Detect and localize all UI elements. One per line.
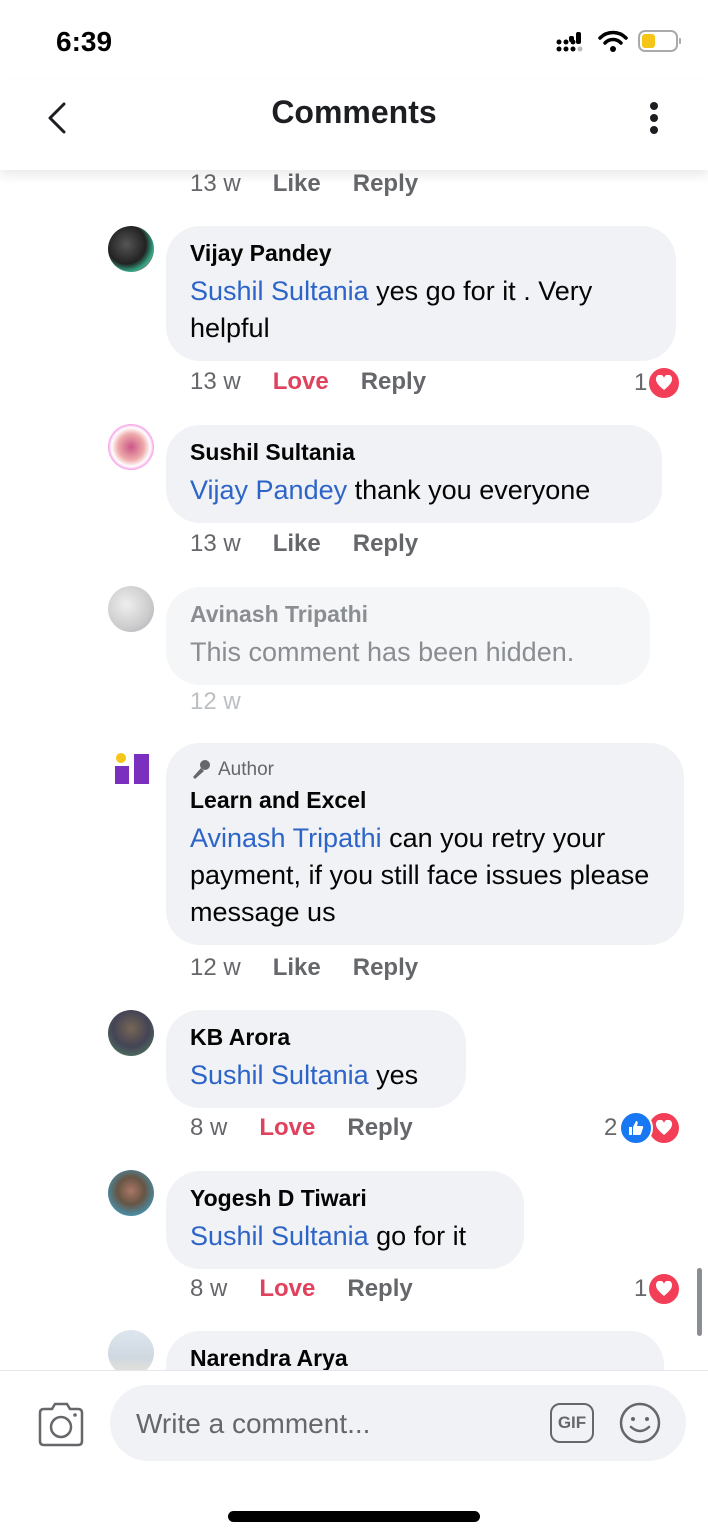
comment-bubble[interactable]: Avinash Tripathi This comment has been h… bbox=[166, 587, 650, 685]
comment-actions: 13 w Like Reply bbox=[190, 170, 418, 198]
comment-bubble[interactable]: Author Learn and Excel Avinash Tripathi … bbox=[166, 743, 684, 945]
love-reaction-icon bbox=[647, 366, 682, 400]
author-badge: Author bbox=[190, 759, 660, 781]
status-bar: 6:39 bbox=[0, 0, 708, 80]
comment-time: 12 w bbox=[190, 688, 241, 715]
like-button[interactable]: Like bbox=[273, 170, 321, 198]
status-icons bbox=[556, 30, 682, 52]
reply-button[interactable]: Reply bbox=[361, 368, 426, 396]
love-button[interactable]: Love bbox=[259, 1275, 315, 1303]
author-badge-label: Author bbox=[218, 759, 274, 780]
like-reaction-icon bbox=[619, 1111, 654, 1145]
comment-bubble[interactable]: KB Arora Sushil Sultania yes bbox=[166, 1010, 466, 1108]
comment-actions: 13 w Love Reply bbox=[190, 368, 426, 396]
comment-time: 8 w bbox=[190, 1275, 228, 1302]
signal-icon bbox=[556, 32, 583, 52]
reaction-summary[interactable]: 1 bbox=[634, 366, 682, 400]
reply-button[interactable]: Reply bbox=[347, 1275, 412, 1303]
hidden-comment-text: This comment has been hidden. bbox=[190, 637, 575, 667]
comment-actions: 8 w Love Reply bbox=[190, 1114, 413, 1142]
comment-time: 12 w bbox=[190, 954, 241, 981]
comment-author[interactable]: Narendra Arya bbox=[190, 1345, 640, 1370]
reaction-count: 2 bbox=[604, 1114, 618, 1141]
avatar[interactable] bbox=[108, 1170, 154, 1216]
avatar[interactable] bbox=[108, 424, 154, 470]
like-button[interactable]: Like bbox=[273, 954, 321, 982]
reaction-summary[interactable]: 1 bbox=[634, 1272, 682, 1306]
comment-time: 8 w bbox=[190, 1114, 228, 1141]
avatar-page-logo[interactable] bbox=[114, 752, 152, 786]
reaction-summary[interactable]: 2 bbox=[604, 1111, 682, 1145]
love-button[interactable]: Love bbox=[273, 368, 329, 396]
comments-feed[interactable]: 13 w Like Reply Vijay Pandey Sushil Sult… bbox=[0, 170, 708, 1370]
comment-author[interactable]: Learn and Excel bbox=[190, 787, 660, 814]
love-reaction-icon bbox=[647, 1272, 682, 1306]
comment-actions: 12 w Like Reply bbox=[190, 954, 418, 982]
reaction-count: 1 bbox=[634, 1275, 648, 1302]
love-button[interactable]: Love bbox=[259, 1114, 315, 1142]
reaction-count: 1 bbox=[634, 369, 648, 396]
comment-input[interactable] bbox=[134, 1385, 518, 1463]
avatar[interactable] bbox=[108, 1010, 154, 1056]
camera-icon[interactable] bbox=[36, 1401, 86, 1447]
emoji-icon[interactable] bbox=[618, 1401, 662, 1445]
reply-button[interactable]: Reply bbox=[353, 170, 418, 198]
comment-author[interactable]: KB Arora bbox=[190, 1024, 442, 1051]
reply-button[interactable]: Reply bbox=[347, 1114, 412, 1142]
comment-actions: 8 w Love Reply bbox=[190, 1275, 413, 1303]
comment-input-container: GIF bbox=[110, 1385, 686, 1463]
comment-bubble[interactable]: Sushil Sultania Vijay Pandey thank you e… bbox=[166, 425, 662, 523]
more-options-icon[interactable] bbox=[644, 98, 664, 138]
avatar[interactable] bbox=[108, 226, 154, 272]
comment-bubble[interactable]: Vijay Pandey Sushil Sultania yes go for … bbox=[166, 226, 676, 361]
comment-time: 13 w bbox=[190, 170, 241, 197]
mention-link[interactable]: Sushil Sultania bbox=[190, 276, 369, 306]
comment-text: Sushil Sultania yes go for it . Very hel… bbox=[190, 276, 593, 343]
comment-author[interactable]: Yogesh D Tiwari bbox=[190, 1185, 500, 1212]
avatar[interactable] bbox=[108, 586, 154, 632]
comment-time: 13 w bbox=[190, 368, 241, 395]
comment-author[interactable]: Avinash Tripathi bbox=[190, 601, 626, 628]
comment-text: Sushil Sultania yes bbox=[190, 1060, 419, 1090]
comment-bubble[interactable]: Yogesh D Tiwari Sushil Sultania go for i… bbox=[166, 1171, 524, 1269]
scrollbar[interactable] bbox=[697, 1268, 702, 1336]
comment-actions: 13 w Like Reply bbox=[190, 530, 418, 558]
mention-link[interactable]: Sushil Sultania bbox=[190, 1221, 369, 1251]
status-time: 6:39 bbox=[56, 26, 113, 57]
comment-author[interactable]: Vijay Pandey bbox=[190, 240, 652, 267]
page-title: Comments bbox=[271, 94, 437, 130]
comment-time: 13 w bbox=[190, 530, 241, 557]
nav-bar: Comments bbox=[0, 80, 708, 170]
battery-icon bbox=[638, 30, 681, 52]
comment-text: Avinash Tripathi can you retry your paym… bbox=[190, 823, 650, 927]
mention-link[interactable]: Sushil Sultania bbox=[190, 1060, 369, 1090]
reply-button[interactable]: Reply bbox=[353, 954, 418, 982]
avatar[interactable] bbox=[108, 1330, 154, 1370]
comment-bubble[interactable]: Narendra Arya bbox=[166, 1331, 664, 1370]
comment-author[interactable]: Sushil Sultania bbox=[190, 439, 638, 466]
gif-button[interactable]: GIF bbox=[550, 1403, 594, 1443]
microphone-icon bbox=[193, 760, 210, 779]
comment-actions: 12 w bbox=[190, 688, 241, 716]
wifi-icon bbox=[598, 30, 628, 52]
like-button[interactable]: Like bbox=[273, 530, 321, 558]
comment-text: Vijay Pandey thank you everyone bbox=[190, 475, 591, 505]
reply-button[interactable]: Reply bbox=[353, 530, 418, 558]
mention-link[interactable]: Avinash Tripathi bbox=[190, 823, 382, 853]
comment-text: Sushil Sultania go for it bbox=[190, 1221, 467, 1251]
mention-link[interactable]: Vijay Pandey bbox=[190, 475, 347, 505]
home-indicator[interactable] bbox=[228, 1511, 480, 1522]
